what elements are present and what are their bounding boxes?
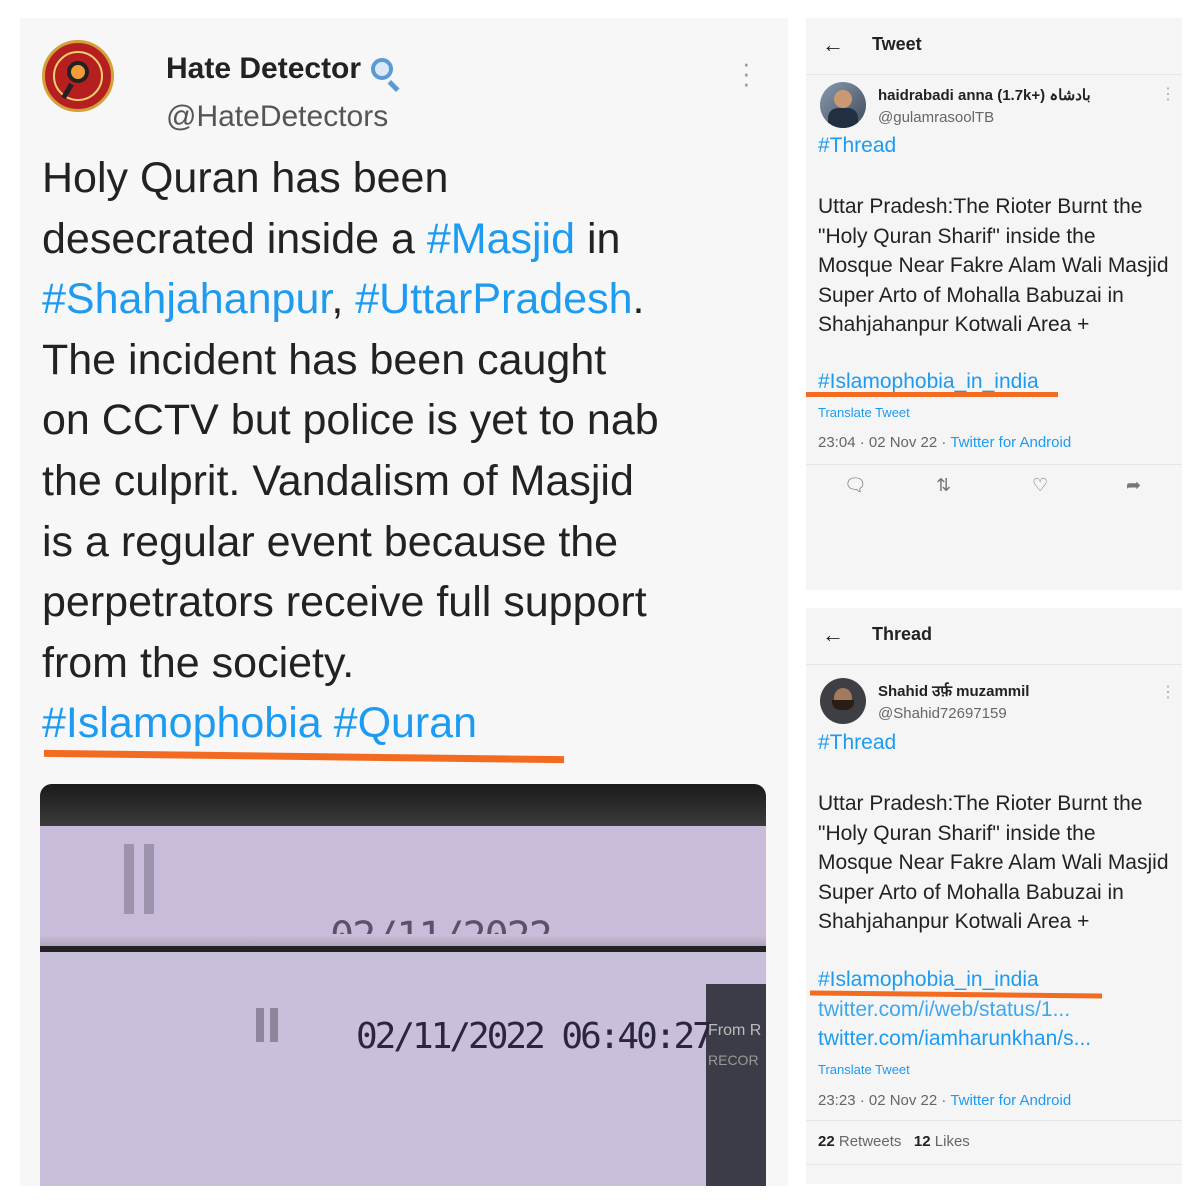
source-app-link[interactable]: Twitter for Android xyxy=(950,1092,1071,1109)
like-icon[interactable]: ♡ xyxy=(1032,475,1048,496)
avatar[interactable] xyxy=(820,82,866,128)
magnifier-icon xyxy=(371,58,394,80)
likes-count[interactable]: 12 xyxy=(914,1133,931,1150)
hate-detector-avatar[interactable] xyxy=(42,40,114,112)
reply-icon[interactable]: 🗨 xyxy=(844,475,867,496)
left-tweet-screenshot: Hate Detector @HateDetectors · · · Holy Qu… xyxy=(20,18,788,1186)
share-icon[interactable]: ➦ xyxy=(1126,475,1141,496)
hashtag-thread[interactable]: #Thread xyxy=(818,731,896,755)
author-handle[interactable]: @Shahid72697159 xyxy=(878,705,1007,722)
hashtag-masjid[interactable]: #Masjid xyxy=(427,215,575,263)
hashtag-quran[interactable]: #Quran xyxy=(334,699,477,747)
tweet-header: ← Tweet xyxy=(806,18,1182,75)
header-title: Thread xyxy=(872,624,933,644)
action-bar: 🗨 ⇅ ♡ ➦ xyxy=(806,464,1182,511)
translate-tweet-link[interactable]: Translate Tweet xyxy=(818,1062,910,1077)
top-right-tweet-screenshot: ← Tweet haidrabadi anna (1.7k+) بادشاہ @… xyxy=(806,18,1182,590)
tweet-link-1[interactable]: twitter.com/i/web/status/1... xyxy=(818,998,1070,1022)
bottom-right-tweet-screenshot: ← Thread Shahid उर्फ़ muzammil @Shahid72… xyxy=(806,608,1182,1184)
author-handle[interactable]: @gulamrasoolTB xyxy=(878,109,994,126)
hashtag-islamophobia-in-india[interactable]: #Islamophobia_in_india xyxy=(818,968,1039,992)
cctv-overlay-text: From R xyxy=(708,1022,762,1039)
retweets-count[interactable]: 22 xyxy=(818,1133,835,1150)
hashtag-islamophobia[interactable]: #Islamophobia xyxy=(42,699,322,747)
more-options-icon[interactable]: · · · xyxy=(742,50,751,96)
tweet-text: Holy Quran has been desecrated inside a … xyxy=(42,154,659,748)
thread-header: ← Thread xyxy=(806,608,1182,665)
author-handle[interactable]: @HateDetectors xyxy=(166,100,388,134)
back-arrow-icon[interactable]: ← xyxy=(822,622,844,648)
tweet-meta: 23:04 · 02 Nov 22 · Twitter for Android xyxy=(818,434,1072,451)
author-name[interactable]: Shahid उर्फ़ muzammil xyxy=(878,681,1029,701)
tweet-meta: 23:23 · 02 Nov 22 · Twitter for Android xyxy=(818,1092,1072,1109)
back-arrow-icon[interactable]: ← xyxy=(822,32,844,58)
more-options-icon[interactable]: ⋮ xyxy=(1160,682,1176,702)
tweet-body: Uttar Pradesh:The Rioter Burnt the "Holy… xyxy=(818,195,1169,337)
tweet-link-2[interactable]: twitter.com/iamharunkhan/s... xyxy=(818,1027,1091,1051)
hashtag-uttarpradesh[interactable]: #UttarPradesh xyxy=(355,275,632,323)
orange-underline xyxy=(806,392,1058,397)
cctv-timestamp: 02/11/2022 06:40:27 xyxy=(356,1016,714,1057)
hashtag-shahjahanpur[interactable]: #Shahjahanpur xyxy=(42,275,331,323)
author-name[interactable]: haidrabadi anna (1.7k+) بادشاہ xyxy=(878,86,1091,104)
header-title: Tweet xyxy=(872,34,922,54)
author-name[interactable]: Hate Detector xyxy=(166,52,394,86)
cctv-overlay-text-2: RECOR xyxy=(708,1052,759,1068)
avatar[interactable] xyxy=(820,678,866,724)
tweet-body: Uttar Pradesh:The Rioter Burnt the "Holy… xyxy=(818,792,1169,934)
translate-tweet-link[interactable]: Translate Tweet xyxy=(818,405,910,420)
source-app-link[interactable]: Twitter for Android xyxy=(950,434,1071,451)
hashtag-thread[interactable]: #Thread xyxy=(818,134,896,158)
more-options-icon[interactable]: ⋮ xyxy=(1160,84,1176,104)
engagement-stats: 22 Retweets 12 Likes xyxy=(818,1133,970,1150)
cctv-video[interactable]: 02/11/2022 02/11/2022 06:40:27 From R RE… xyxy=(40,784,766,1186)
hashtag-islamophobia-in-india[interactable]: #Islamophobia_in_india xyxy=(818,370,1039,394)
retweet-icon[interactable]: ⇅ xyxy=(936,475,951,496)
